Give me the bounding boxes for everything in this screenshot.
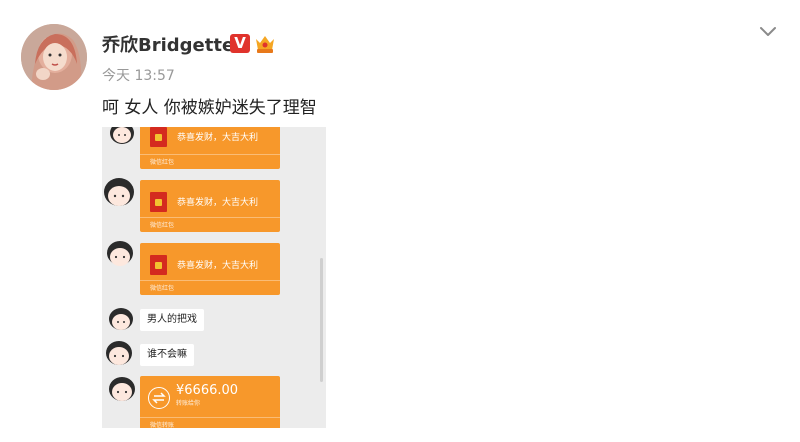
transfer-card[interactable]: ¥6666.00 转账给你 微信转账	[140, 376, 280, 428]
red-packet[interactable]: 恭喜发财，大吉大利 微信红包	[140, 127, 280, 169]
transfer-sub: 转账给你	[176, 400, 201, 407]
chat-scrollbar	[320, 258, 323, 382]
post-text: 呵 女人 你被嫉妒迷失了理智	[102, 98, 317, 118]
username[interactable]: 乔欣Bridgette	[102, 31, 234, 57]
transfer-icon	[148, 387, 170, 409]
red-envelope-icon	[150, 192, 167, 212]
text-bubble: 男人的把戏	[140, 309, 204, 331]
chat-message: 恭喜发财，大吉大利 微信红包	[102, 241, 326, 297]
girl-avatar-icon	[108, 127, 136, 149]
red-packet-text: 恭喜发财，大吉大利	[177, 133, 259, 143]
red-packet-label: 微信红包	[150, 285, 175, 292]
chat-message: ¥6666.00 转账给你 微信转账	[102, 376, 326, 428]
red-packet-label: 微信红包	[150, 159, 175, 166]
chat-message: 谁不会嘛	[102, 340, 326, 370]
red-packet-label: 微信红包	[150, 222, 175, 229]
girl-avatar-icon	[107, 376, 137, 408]
verified-v-icon: V	[230, 34, 250, 53]
red-envelope-icon	[150, 127, 167, 147]
avatar[interactable]	[21, 24, 87, 90]
girl-avatar-icon	[102, 176, 136, 214]
girl-avatar-icon	[104, 340, 134, 372]
red-envelope-icon	[150, 255, 167, 275]
red-packet[interactable]: 恭喜发财，大吉大利 微信红包	[140, 180, 280, 232]
chat-message: 男人的把戏	[102, 306, 326, 336]
post-timestamp[interactable]: 今天 13:57	[102, 65, 175, 85]
red-packet-text: 恭喜发财，大吉大利	[177, 198, 259, 208]
member-crown-icon	[254, 33, 276, 54]
text-bubble: 谁不会嘛	[140, 344, 194, 366]
chevron-down-icon[interactable]	[758, 24, 778, 38]
transfer-label: 微信转账	[150, 422, 175, 428]
red-packet-text: 恭喜发财，大吉大利	[177, 261, 259, 271]
girl-avatar-icon	[107, 307, 135, 337]
transfer-amount: ¥6666.00	[176, 383, 239, 398]
girl-avatar-icon	[105, 239, 135, 273]
chat-screenshot-image[interactable]: 恭喜发财，大吉大利 微信红包 恭喜发财，大吉大利 微信红包 恭喜发财，大吉大利 …	[102, 127, 326, 428]
chat-message: 恭喜发财，大吉大利 微信红包	[102, 127, 326, 169]
chat-message: 恭喜发财，大吉大利 微信红包	[102, 178, 326, 234]
avatar-photo	[21, 24, 87, 90]
red-packet[interactable]: 恭喜发财，大吉大利 微信红包	[140, 243, 280, 295]
